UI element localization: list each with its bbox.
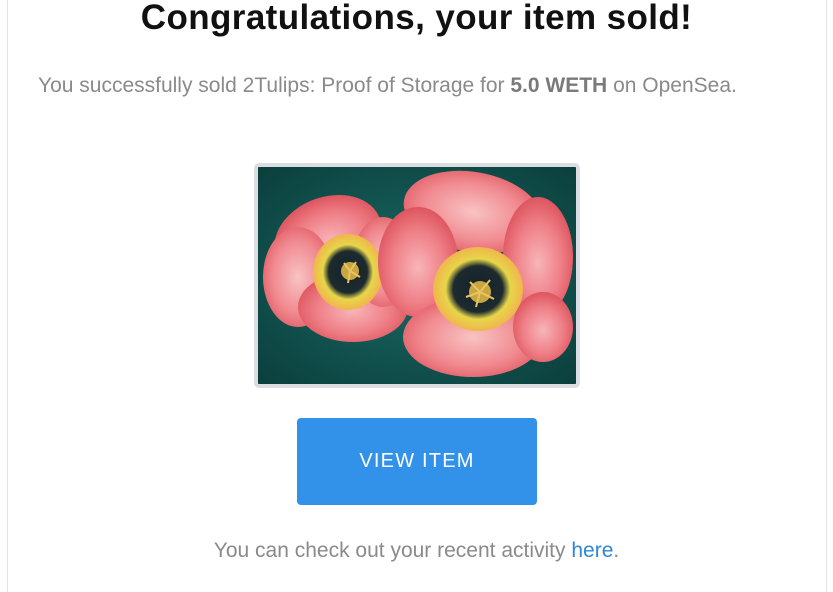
footer-prefix: You can check out your recent activity: [213, 539, 572, 562]
footer-suffix: .: [613, 539, 620, 562]
item-image[interactable]: [254, 163, 580, 388]
recent-activity-link[interactable]: here: [571, 539, 613, 562]
message-prefix: You successfully sold: [38, 74, 243, 97]
message-suffix: on OpenSea.: [607, 74, 737, 97]
message-middle: for: [474, 74, 511, 97]
sale-message: You successfully sold 2Tulips: Proof of …: [38, 70, 758, 102]
item-name: 2Tulips: Proof of Storage: [242, 74, 475, 97]
view-item-button[interactable]: VIEW ITEM: [297, 418, 537, 505]
right-tulip: [378, 170, 573, 377]
sale-price: 5.0 WETH: [510, 74, 608, 97]
recent-activity-note: You can check out your recent activity h…: [0, 537, 833, 565]
tulips-artwork: [258, 167, 576, 384]
headline: Congratulations, your item sold!: [140, 0, 693, 37]
